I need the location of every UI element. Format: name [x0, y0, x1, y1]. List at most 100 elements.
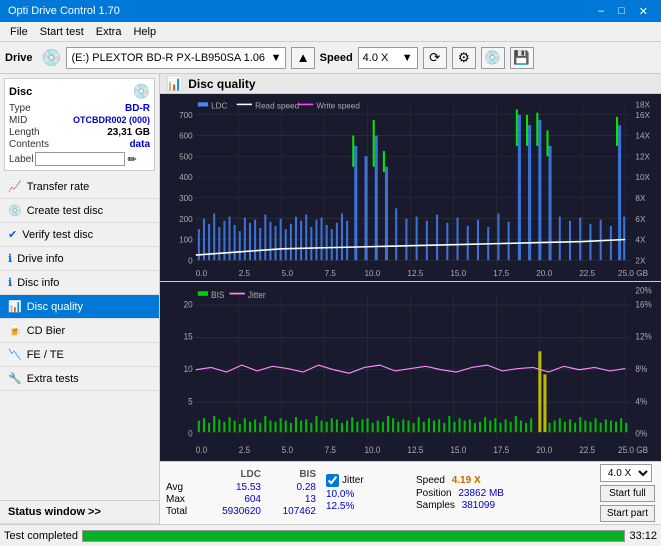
disc-type-row: Type BD-R [9, 103, 150, 114]
refresh-button[interactable]: ⟳ [423, 47, 447, 69]
total-label: Total [166, 506, 196, 517]
svg-text:Write speed: Write speed [316, 101, 360, 110]
sidebar-item-fe-te[interactable]: 📉 FE / TE [0, 343, 159, 367]
svg-text:20%: 20% [635, 285, 652, 296]
avg-label: Avg [166, 482, 196, 493]
verify-test-disc-icon: ✔ [8, 228, 17, 241]
svg-text:17.5: 17.5 [493, 444, 509, 455]
menu-extra[interactable]: Extra [90, 25, 128, 39]
svg-text:15.0: 15.0 [450, 444, 466, 455]
eject-button[interactable]: ▲ [291, 47, 314, 69]
start-full-button[interactable]: Start full [600, 485, 655, 502]
menu-file[interactable]: File [4, 25, 34, 39]
disc-icon: 💿 [133, 83, 150, 100]
cd-bier-icon: 🍺 [8, 324, 22, 337]
svg-text:5: 5 [188, 396, 193, 407]
toolbar: Drive 💿 (E:) PLEXTOR BD-R PX-LB950SA 1.0… [0, 42, 661, 74]
close-button[interactable]: ✕ [634, 5, 653, 18]
config-button[interactable]: ⚙ [452, 47, 476, 69]
svg-text:BIS: BIS [211, 290, 224, 301]
svg-text:20: 20 [184, 299, 193, 310]
sidebar-item-create-test-disc[interactable]: 💿 Create test disc [0, 199, 159, 223]
minimize-button[interactable]: – [593, 5, 609, 18]
sidebar-item-disc-info[interactable]: ℹ Disc info [0, 271, 159, 295]
disc-label-input[interactable] [35, 152, 125, 166]
svg-text:LDC: LDC [211, 101, 227, 110]
svg-text:15.0: 15.0 [450, 269, 466, 278]
chevron-down-icon: ▼ [271, 52, 282, 64]
svg-text:22.5: 22.5 [579, 444, 595, 455]
svg-text:0%: 0% [635, 428, 647, 439]
app-title: Opti Drive Control 1.70 [8, 5, 120, 17]
sidebar-status-window[interactable]: Status window >> [0, 500, 159, 524]
svg-text:700: 700 [179, 111, 193, 120]
svg-text:4%: 4% [635, 396, 647, 407]
disc-quality-icon: 📊 [8, 300, 22, 313]
sidebar-item-drive-info[interactable]: ℹ Drive info [0, 247, 159, 271]
titlebar: Opti Drive Control 1.70 – □ ✕ [0, 0, 661, 22]
sidebar-item-verify-test-disc[interactable]: ✔ Verify test disc [0, 223, 159, 247]
ldc-bis-stats: LDC BIS Avg 15.53 0.28 Max 604 13 Total … [166, 469, 316, 517]
menu-start-test[interactable]: Start test [34, 25, 90, 39]
svg-text:200: 200 [179, 215, 193, 224]
create-test-disc-icon: 💿 [8, 204, 22, 217]
svg-text:600: 600 [179, 132, 193, 141]
save-button[interactable]: 💾 [510, 47, 534, 69]
sidebar-item-extra-tests[interactable]: 🔧 Extra tests [0, 367, 159, 391]
svg-text:5.0: 5.0 [282, 269, 294, 278]
svg-text:14X: 14X [635, 132, 650, 141]
maximize-button[interactable]: □ [613, 5, 630, 18]
extra-tests-icon: 🔧 [8, 372, 22, 385]
speed-label-stat: Speed [416, 475, 445, 486]
svg-text:10: 10 [184, 364, 193, 375]
svg-text:10.0: 10.0 [364, 444, 380, 455]
svg-text:10X: 10X [635, 173, 650, 182]
svg-text:7.5: 7.5 [325, 269, 337, 278]
chart-area: 📊 Disc quality [160, 74, 661, 524]
speed-select-dropdown[interactable]: 4.0 X 2.0 X 1.0 X [600, 464, 652, 482]
menubar: File Start test Extra Help [0, 22, 661, 42]
max-ldc: 604 [216, 494, 261, 505]
svg-text:12%: 12% [635, 331, 652, 342]
svg-text:6X: 6X [635, 215, 645, 224]
avg-bis: 0.28 [281, 482, 316, 493]
disc-panel-title: Disc [9, 86, 32, 98]
speed-label: Speed [320, 52, 353, 64]
svg-text:18X: 18X [635, 100, 650, 109]
sidebar-item-transfer-rate[interactable]: 📈 Transfer rate [0, 175, 159, 199]
svg-text:25.0 GB: 25.0 GB [618, 269, 648, 278]
chart-bottom: 0 5 10 15 20 0% 4% 8% 12% 16% 20% 0.0 2.… [160, 282, 661, 461]
stats-row: LDC BIS Avg 15.53 0.28 Max 604 13 Total … [160, 461, 661, 524]
disc-info-icon: ℹ [8, 276, 12, 289]
svg-text:4X: 4X [635, 236, 645, 245]
status-text: Test completed [4, 530, 78, 542]
svg-text:10.0: 10.0 [364, 269, 380, 278]
ldc-header: LDC [216, 469, 261, 480]
svg-text:0: 0 [188, 256, 193, 265]
svg-text:7.5: 7.5 [325, 444, 337, 455]
speed-select[interactable]: 4.0 X ▼ [358, 47, 418, 69]
start-part-button[interactable]: Start part [600, 505, 655, 522]
drive-dropdown[interactable]: (E:) PLEXTOR BD-R PX-LB950SA 1.06 ▼ [66, 47, 286, 69]
window-controls: – □ ✕ [593, 5, 653, 18]
disc-button[interactable]: 💿 [481, 47, 505, 69]
jitter-checkbox[interactable] [326, 474, 339, 487]
progress-bar-fill [83, 531, 624, 541]
max-label: Max [166, 494, 196, 505]
svg-text:2X: 2X [635, 256, 645, 265]
svg-text:Read speed: Read speed [255, 101, 299, 110]
menu-help[interactable]: Help [127, 25, 162, 39]
label-edit-icon[interactable]: ✏ [127, 153, 136, 166]
jitter-avg: 10.0% [326, 489, 354, 500]
disc-mid-row: MID OTCBDR002 (000) [9, 115, 150, 126]
svg-text:100: 100 [179, 236, 193, 245]
action-controls: 4.0 X 2.0 X 1.0 X Start full Start part [600, 464, 655, 522]
total-bis: 107462 [281, 506, 316, 517]
chart-icon: 📊 [166, 76, 182, 92]
svg-text:16%: 16% [635, 299, 652, 310]
sidebar-item-disc-quality[interactable]: 📊 Disc quality [0, 295, 159, 319]
disc-info-grid: Type BD-R MID OTCBDR002 (000) Length 23,… [9, 103, 150, 166]
svg-text:12.5: 12.5 [407, 444, 423, 455]
sidebar-item-cd-bier[interactable]: 🍺 CD Bier [0, 319, 159, 343]
svg-text:2.5: 2.5 [239, 444, 251, 455]
